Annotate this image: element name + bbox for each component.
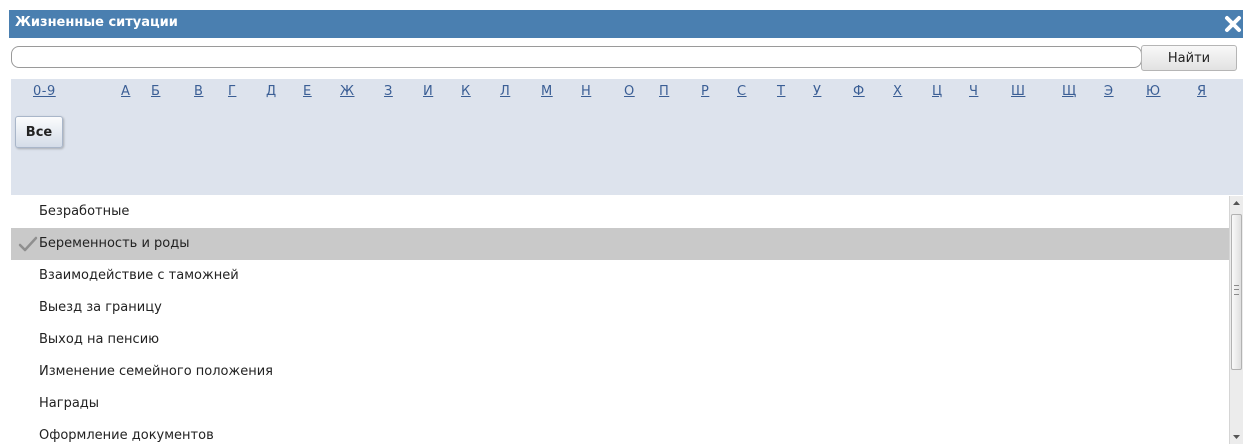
letter-link[interactable]: Х — [893, 84, 902, 99]
list-item-label: Беременность и роды — [39, 236, 190, 251]
letter-link[interactable]: Ш — [1011, 84, 1025, 99]
letter-link[interactable]: Э — [1104, 84, 1114, 99]
list-item[interactable]: Взаимодействие с таможней — [11, 260, 1229, 292]
list-scrollbar[interactable] — [1229, 196, 1243, 444]
letter-link[interactable]: Я — [1197, 84, 1207, 99]
letter-link[interactable]: З — [384, 84, 393, 99]
list-item[interactable]: Выход на пенсию — [11, 324, 1229, 356]
dialog-titlebar: Жизненные ситуации — [9, 10, 1243, 38]
letter-link[interactable]: М — [541, 84, 553, 99]
letter-link[interactable]: К — [461, 84, 471, 99]
list-item-label: Безработные — [39, 204, 130, 219]
letter-link[interactable]: Л — [500, 84, 510, 99]
find-button[interactable]: Найти — [1141, 45, 1237, 71]
letter-link[interactable]: Ч — [969, 84, 978, 99]
letter-link[interactable]: О — [624, 84, 635, 99]
letter-link[interactable]: Ю — [1146, 84, 1161, 99]
letter-link[interactable]: В — [194, 84, 203, 99]
list-item[interactable]: Оформление документов — [11, 420, 1229, 444]
list-item[interactable]: Безработные — [11, 196, 1229, 228]
letter-link[interactable]: У — [813, 84, 821, 99]
letter-link[interactable]: Ц — [932, 84, 943, 99]
letter-link[interactable]: Ж — [340, 84, 355, 99]
letter-link[interactable]: Е — [303, 84, 312, 99]
list-item-label: Выезд за границу — [39, 300, 162, 315]
scroll-down-icon[interactable] — [1230, 430, 1243, 444]
letter-link[interactable]: Н — [581, 84, 591, 99]
letter-link[interactable]: 0-9 — [33, 84, 56, 99]
close-icon[interactable] — [1223, 12, 1243, 36]
all-button[interactable]: Все — [15, 116, 63, 148]
check-icon — [18, 234, 38, 252]
search-input[interactable] — [11, 46, 1142, 68]
list-item[interactable]: Изменение семейного положения — [11, 356, 1229, 388]
list-item-label: Оформление документов — [39, 428, 214, 443]
dialog-title: Жизненные ситуации — [15, 15, 178, 30]
list-item-label: Награды — [39, 396, 100, 411]
letter-link[interactable]: Б — [151, 84, 160, 99]
list-item-label: Изменение семейного положения — [39, 364, 273, 379]
letter-link[interactable]: Ф — [853, 84, 865, 99]
letter-link[interactable]: Т — [777, 84, 785, 99]
letter-link[interactable]: С — [737, 84, 747, 99]
scroll-thumb[interactable] — [1231, 214, 1242, 370]
list-item[interactable]: Выезд за границу — [11, 292, 1229, 324]
letter-link[interactable]: Щ — [1062, 84, 1077, 99]
letter-link[interactable]: Г — [228, 84, 236, 99]
letter-link[interactable]: А — [121, 84, 130, 99]
scroll-up-icon[interactable] — [1230, 196, 1243, 210]
list-item[interactable]: Награды — [11, 388, 1229, 420]
list-item-label: Взаимодействие с таможней — [39, 268, 239, 283]
letter-link[interactable]: П — [659, 84, 669, 99]
letter-link[interactable]: Р — [701, 84, 709, 99]
alphabet-panel: 0-9 А Б В Г Д Е Ж З И К Л М Н О П Р С Т У Ф Х Ц Ч Ш Щ Э Ю Я Все — [11, 79, 1243, 195]
list-item[interactable]: Беременность и роды — [11, 228, 1229, 260]
letter-link[interactable]: Д — [266, 84, 277, 99]
letter-link[interactable]: И — [423, 84, 433, 99]
grip-icon — [1234, 285, 1239, 295]
situations-list: Безработные Беременность и роды Взаимодейс… — [11, 196, 1229, 444]
list-item-label: Выход на пенсию — [39, 332, 160, 347]
